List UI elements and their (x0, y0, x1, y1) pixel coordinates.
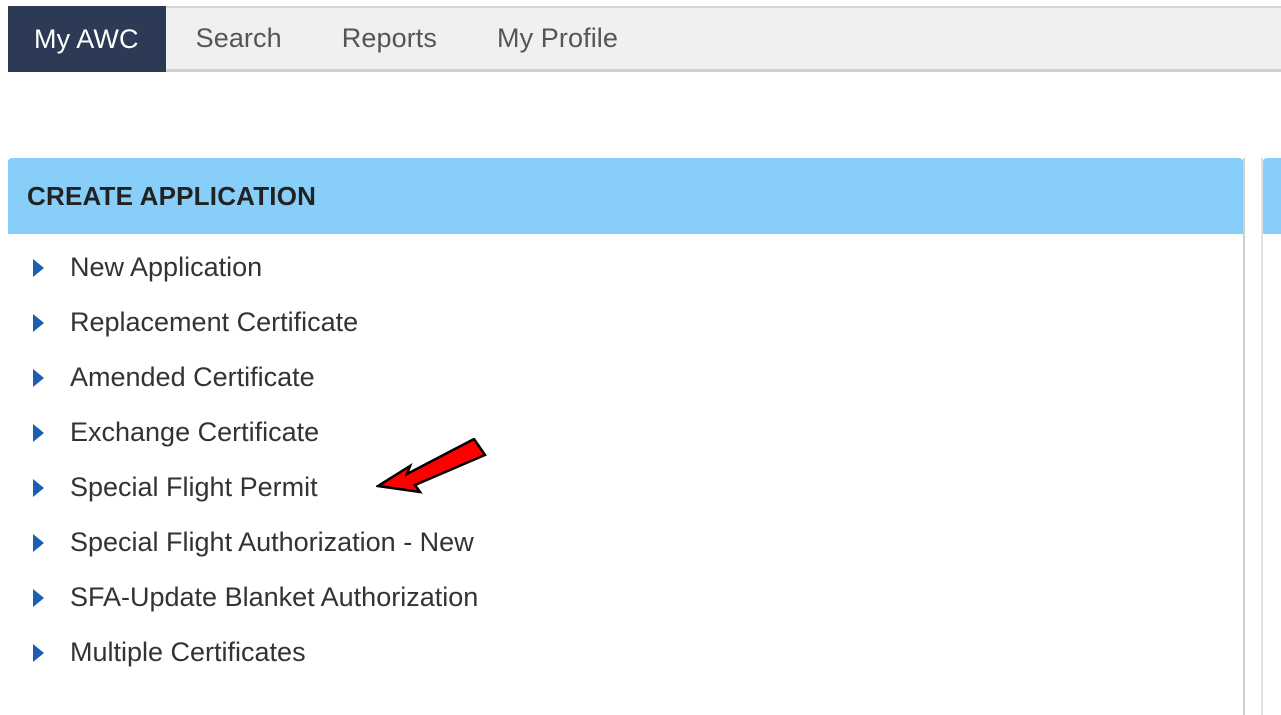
menu-item-label[interactable]: Multiple Certificates (70, 637, 306, 668)
menu-item-label[interactable]: Replacement Certificate (70, 307, 358, 338)
right-panel-header (1263, 158, 1281, 234)
menu-item-label[interactable]: Special Flight Authorization - New (70, 527, 474, 558)
caret-right-icon (33, 368, 44, 387)
create-application-panel: CREATE APPLICATION New Application Repla… (8, 158, 1245, 715)
caret-right-icon (33, 258, 44, 277)
caret-right-icon (33, 313, 44, 332)
tab-search[interactable]: Search (166, 8, 312, 69)
tab-my-profile[interactable]: My Profile (467, 8, 648, 69)
caret-right-icon (33, 643, 44, 662)
panel-title: CREATE APPLICATION (27, 180, 317, 211)
menu-item-label[interactable]: Amended Certificate (70, 362, 315, 393)
panel-header: CREATE APPLICATION (8, 158, 1243, 234)
menu-item-sfa-update-blanket-authorization[interactable]: SFA-Update Blanket Authorization (8, 570, 478, 625)
tab-my-awc[interactable]: My AWC (8, 6, 166, 72)
menu-item-label[interactable]: SFA-Update Blanket Authorization (70, 582, 478, 613)
menu-item-label[interactable]: Exchange Certificate (70, 417, 319, 448)
menu-item-label[interactable]: New Application (70, 252, 262, 283)
top-nav: My AWC Search Reports My Profile (8, 6, 1281, 72)
caret-right-icon (33, 533, 44, 552)
menu-item-new-application[interactable]: New Application (8, 240, 478, 295)
tab-reports[interactable]: Reports (312, 8, 467, 69)
page: My AWC Search Reports My Profile CREATE … (0, 0, 1281, 715)
red-arrow-icon (376, 438, 487, 494)
right-panel-partial (1261, 158, 1281, 715)
caret-right-icon (33, 588, 44, 607)
menu-item-amended-certificate[interactable]: Amended Certificate (8, 350, 478, 405)
menu-item-replacement-certificate[interactable]: Replacement Certificate (8, 295, 478, 350)
caret-right-icon (33, 478, 44, 497)
caret-right-icon (33, 423, 44, 442)
menu-item-label[interactable]: Special Flight Permit (70, 472, 318, 503)
menu-item-special-flight-authorization-new[interactable]: Special Flight Authorization - New (8, 515, 478, 570)
menu-item-multiple-certificates[interactable]: Multiple Certificates (8, 625, 478, 680)
